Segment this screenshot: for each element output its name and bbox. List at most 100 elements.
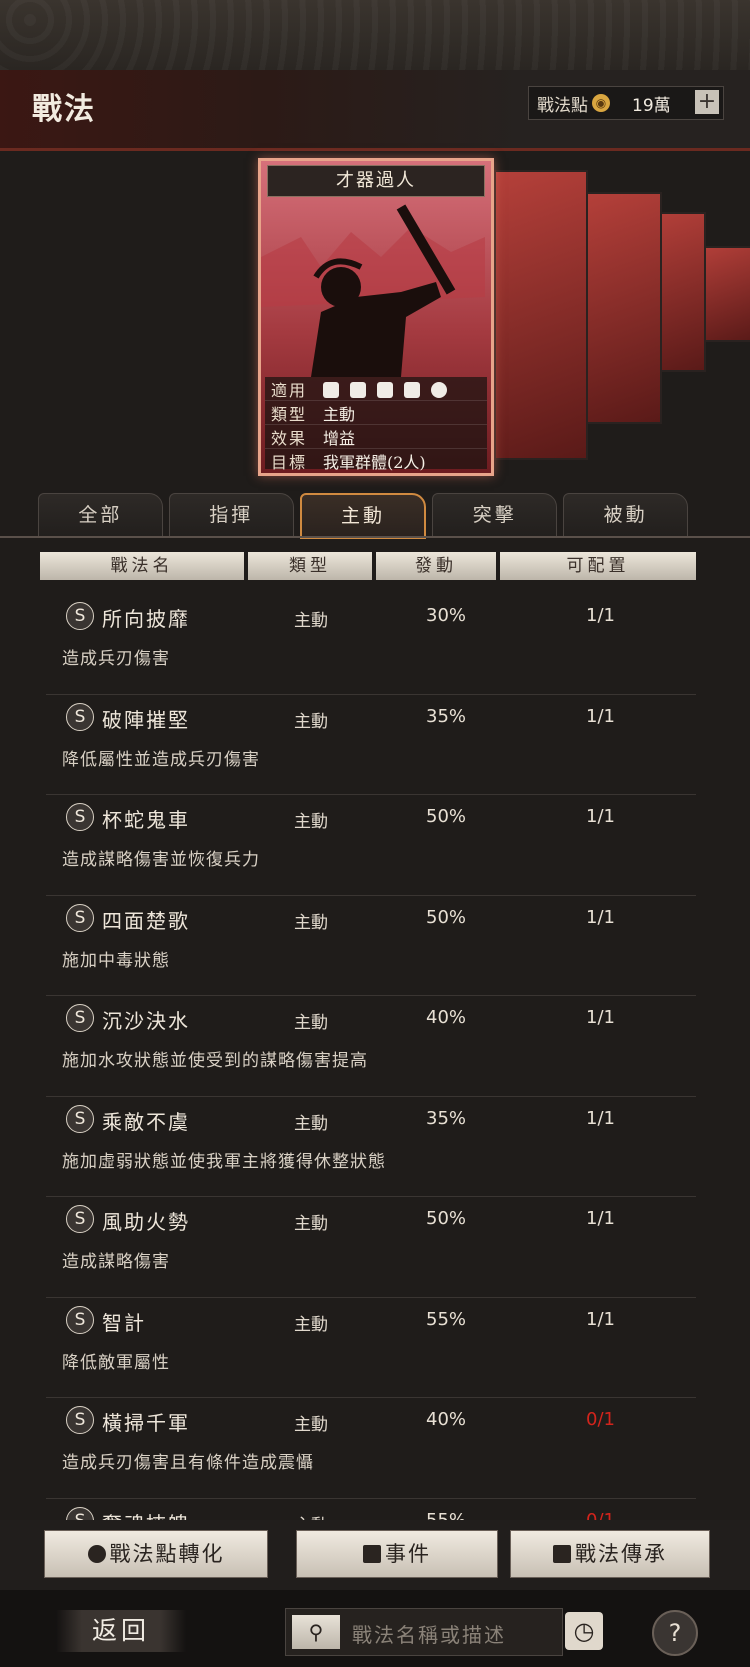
skill-description: 施加虛弱狀態並使我軍主將獲得休整狀態 <box>62 1151 386 1172</box>
search-input[interactable]: 戰法名稱或描述 <box>352 1619 506 1648</box>
skill-type: 主動 <box>294 1314 328 1335</box>
skill-row[interactable]: S 沉沙決水 主動 40% 1/1 施加水攻狀態並使受到的謀略傷害提高 <box>46 996 696 1097</box>
featured-skill-card[interactable]: 才器過人 適用 類型 主動 效果 增益 目標 我軍群體(2人) <box>258 158 494 476</box>
grade-badge: S <box>66 1205 94 1233</box>
skill-description: 造成兵刃傷害且有條件造成震懾 <box>62 1453 314 1473</box>
grade-badge: S <box>66 702 94 731</box>
skill-name: 智計 <box>102 1310 146 1335</box>
grade-badge: S <box>66 1305 94 1334</box>
coin-icon: ◉ <box>592 94 610 112</box>
skill-points-display: 戰法點 ◉ 19萬 + <box>528 86 724 120</box>
info-row-applicable: 適用 <box>265 377 487 401</box>
skill-name: 乘敵不虞 <box>102 1109 190 1134</box>
convert-points-button[interactable]: 戰法點轉化 <box>44 1530 268 1578</box>
skill-row[interactable]: S 破陣摧堅 主動 35% 1/1 降低屬性並造成兵刃傷害 <box>46 695 696 795</box>
skill-name: 橫掃千軍 <box>102 1411 190 1435</box>
skill-description: 造成謀略傷害並恢復兵力 <box>62 850 260 870</box>
skill-rate: 50% <box>426 806 467 827</box>
skill-available: 1/1 <box>586 605 615 626</box>
skill-available: 1/1 <box>586 1308 615 1330</box>
skill-row[interactable]: S 奪魂挾魄 主動 55% 0/1 <box>46 1499 696 1521</box>
info-key: 類型 <box>271 404 308 424</box>
skill-list[interactable]: S 所向披靡 主動 30% 1/1 造成兵刃傷害 S 破陣摧堅 主動 35% 1… <box>46 594 696 1520</box>
info-row-effect: 效果 增益 <box>265 425 487 449</box>
skill-description: 施加中毒狀態 <box>62 950 170 971</box>
skill-category-tabs: 全部 指揮 主動 突擊 被動 <box>38 493 688 539</box>
skill-available: 1/1 <box>586 906 615 928</box>
skill-description: 造成兵刃傷害 <box>62 649 170 669</box>
alert-icon <box>363 1545 381 1563</box>
skill-name: 沉沙決水 <box>102 1009 190 1033</box>
skill-available: 1/1 <box>586 1007 615 1028</box>
info-value: 增益 <box>323 428 356 448</box>
top-backdrop <box>0 0 750 70</box>
info-row-type: 類型 主動 <box>265 401 487 425</box>
skill-rate: 55% <box>426 1509 467 1521</box>
grade-badge: S <box>66 903 94 932</box>
skill-type: 主動 <box>294 1511 328 1521</box>
skill-name: 奪魂挾魄 <box>102 1508 190 1521</box>
page-title: 戰法 <box>32 92 96 127</box>
column-header-name[interactable]: 戰法名 <box>40 552 244 580</box>
back-button[interactable]: 返回 <box>56 1610 186 1652</box>
convert-points-label: 戰法點轉化 <box>109 1542 225 1566</box>
skill-rate: 35% <box>426 705 467 727</box>
tab-passive[interactable]: 被動 <box>563 493 688 537</box>
skill-rate: 55% <box>426 1308 467 1330</box>
history-clock-icon[interactable]: ◷ <box>565 1612 603 1650</box>
column-header-rate[interactable]: 發動 <box>376 552 496 580</box>
skill-description: 降低敵軍屬性 <box>62 1352 170 1373</box>
skill-row[interactable]: S 智計 主動 55% 1/1 降低敵軍屬性 <box>46 1298 696 1398</box>
grade-badge: S <box>66 1104 94 1133</box>
tab-assault[interactable]: 突擊 <box>432 493 558 537</box>
skill-available: 1/1 <box>586 1107 615 1129</box>
skill-rate: 50% <box>426 906 467 928</box>
cavalry-icon <box>323 381 339 398</box>
skill-row[interactable]: S 乘敵不虞 主動 35% 1/1 施加虛弱狀態並使我軍主將獲得休整狀態 <box>46 1097 696 1197</box>
tab-all[interactable]: 全部 <box>38 493 163 537</box>
column-header-type[interactable]: 類型 <box>248 552 372 580</box>
info-value: 主動 <box>323 404 356 424</box>
help-button[interactable]: ? <box>652 1610 698 1656</box>
warrior-illustration <box>261 204 485 377</box>
add-points-button[interactable]: + <box>695 90 719 114</box>
skill-type: 主動 <box>294 1214 328 1234</box>
skill-description: 造成謀略傷害 <box>62 1252 170 1272</box>
inherit-skill-button[interactable]: 戰法傳承 <box>510 1530 710 1578</box>
skill-row[interactable]: S 四面楚歌 主動 50% 1/1 施加中毒狀態 <box>46 896 696 996</box>
grade-badge: S <box>66 803 94 831</box>
column-header-available[interactable]: 可配置 <box>500 552 696 580</box>
skill-type: 主動 <box>294 1013 328 1033</box>
skill-name: 風助火勢 <box>102 1210 190 1234</box>
skill-row[interactable]: S 所向披靡 主動 30% 1/1 造成兵刃傷害 <box>46 594 696 695</box>
tab-divider <box>0 536 750 538</box>
skill-type: 主動 <box>294 611 328 631</box>
skill-rate: 35% <box>426 1107 467 1129</box>
grade-badge: S <box>66 1406 94 1434</box>
action-button-bar: 戰法點轉化 事件 戰法傳承 <box>0 1520 750 1590</box>
skill-description: 施加水攻狀態並使受到的謀略傷害提高 <box>62 1051 368 1071</box>
background-card[interactable] <box>494 170 588 460</box>
skill-row[interactable]: S 杯蛇鬼車 主動 50% 1/1 造成謀略傷害並恢復兵力 <box>46 795 696 896</box>
tab-command[interactable]: 指揮 <box>168 493 294 537</box>
skill-available: 1/1 <box>586 806 615 827</box>
bow-icon <box>377 381 394 398</box>
skill-row[interactable]: S 風助火勢 主動 50% 1/1 造成謀略傷害 <box>46 1197 696 1298</box>
applicable-units <box>323 379 453 398</box>
background-card[interactable] <box>580 192 662 424</box>
skill-card-carousel[interactable]: 才器過人 適用 類型 主動 效果 增益 目標 我軍群體(2人) <box>0 150 750 480</box>
grade-badge: S <box>66 1506 94 1520</box>
tab-active[interactable]: 主動 <box>299 493 427 539</box>
skill-points-value: 19萬 <box>632 95 671 116</box>
search-icon[interactable]: ⚲ <box>292 1615 340 1649</box>
skill-type: 主動 <box>294 812 328 832</box>
spear-icon <box>404 381 421 398</box>
drop-icon <box>87 1545 106 1563</box>
events-button[interactable]: 事件 <box>296 1530 498 1578</box>
skill-row[interactable]: S 橫掃千軍 主動 40% 0/1 造成兵刃傷害且有條件造成震懾 <box>46 1398 696 1499</box>
skill-points-label: 戰法點 <box>537 95 588 116</box>
info-key: 目標 <box>271 452 308 472</box>
grade-badge: S <box>66 1004 94 1032</box>
skill-name: 杯蛇鬼車 <box>102 808 190 832</box>
skill-type: 主動 <box>294 1113 328 1134</box>
